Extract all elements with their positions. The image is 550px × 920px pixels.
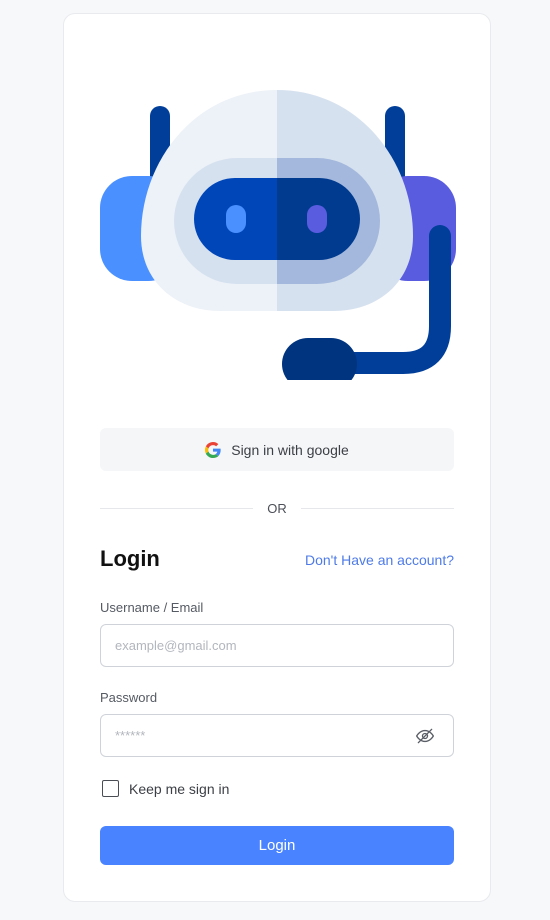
keep-signed-in-label: Keep me sign in [129,780,230,797]
username-field-wrapper [100,624,454,667]
eye-off-icon[interactable] [415,726,435,746]
google-signin-label: Sign in with google [231,441,349,458]
login-card: Sign in with google OR Login Don't Have … [63,13,491,902]
divider-text: OR [267,500,287,516]
keep-signed-in-checkbox[interactable] [102,780,119,797]
signup-link[interactable]: Don't Have an account? [305,552,454,568]
google-signin-button[interactable]: Sign in with google [100,428,454,471]
username-input[interactable] [101,625,453,666]
login-button[interactable]: Login [100,826,454,865]
or-divider: OR [100,500,454,516]
keep-signed-in-option[interactable]: Keep me sign in [102,780,229,797]
robot-headset-icon [100,90,456,380]
page-title: Login [100,546,160,571]
password-field-wrapper [100,714,454,757]
password-label: Password [100,690,158,705]
divider-line-right [300,507,454,509]
google-icon [205,441,221,458]
username-label: Username / Email [100,600,204,615]
password-input[interactable] [101,715,453,756]
divider-line-left [100,507,254,509]
